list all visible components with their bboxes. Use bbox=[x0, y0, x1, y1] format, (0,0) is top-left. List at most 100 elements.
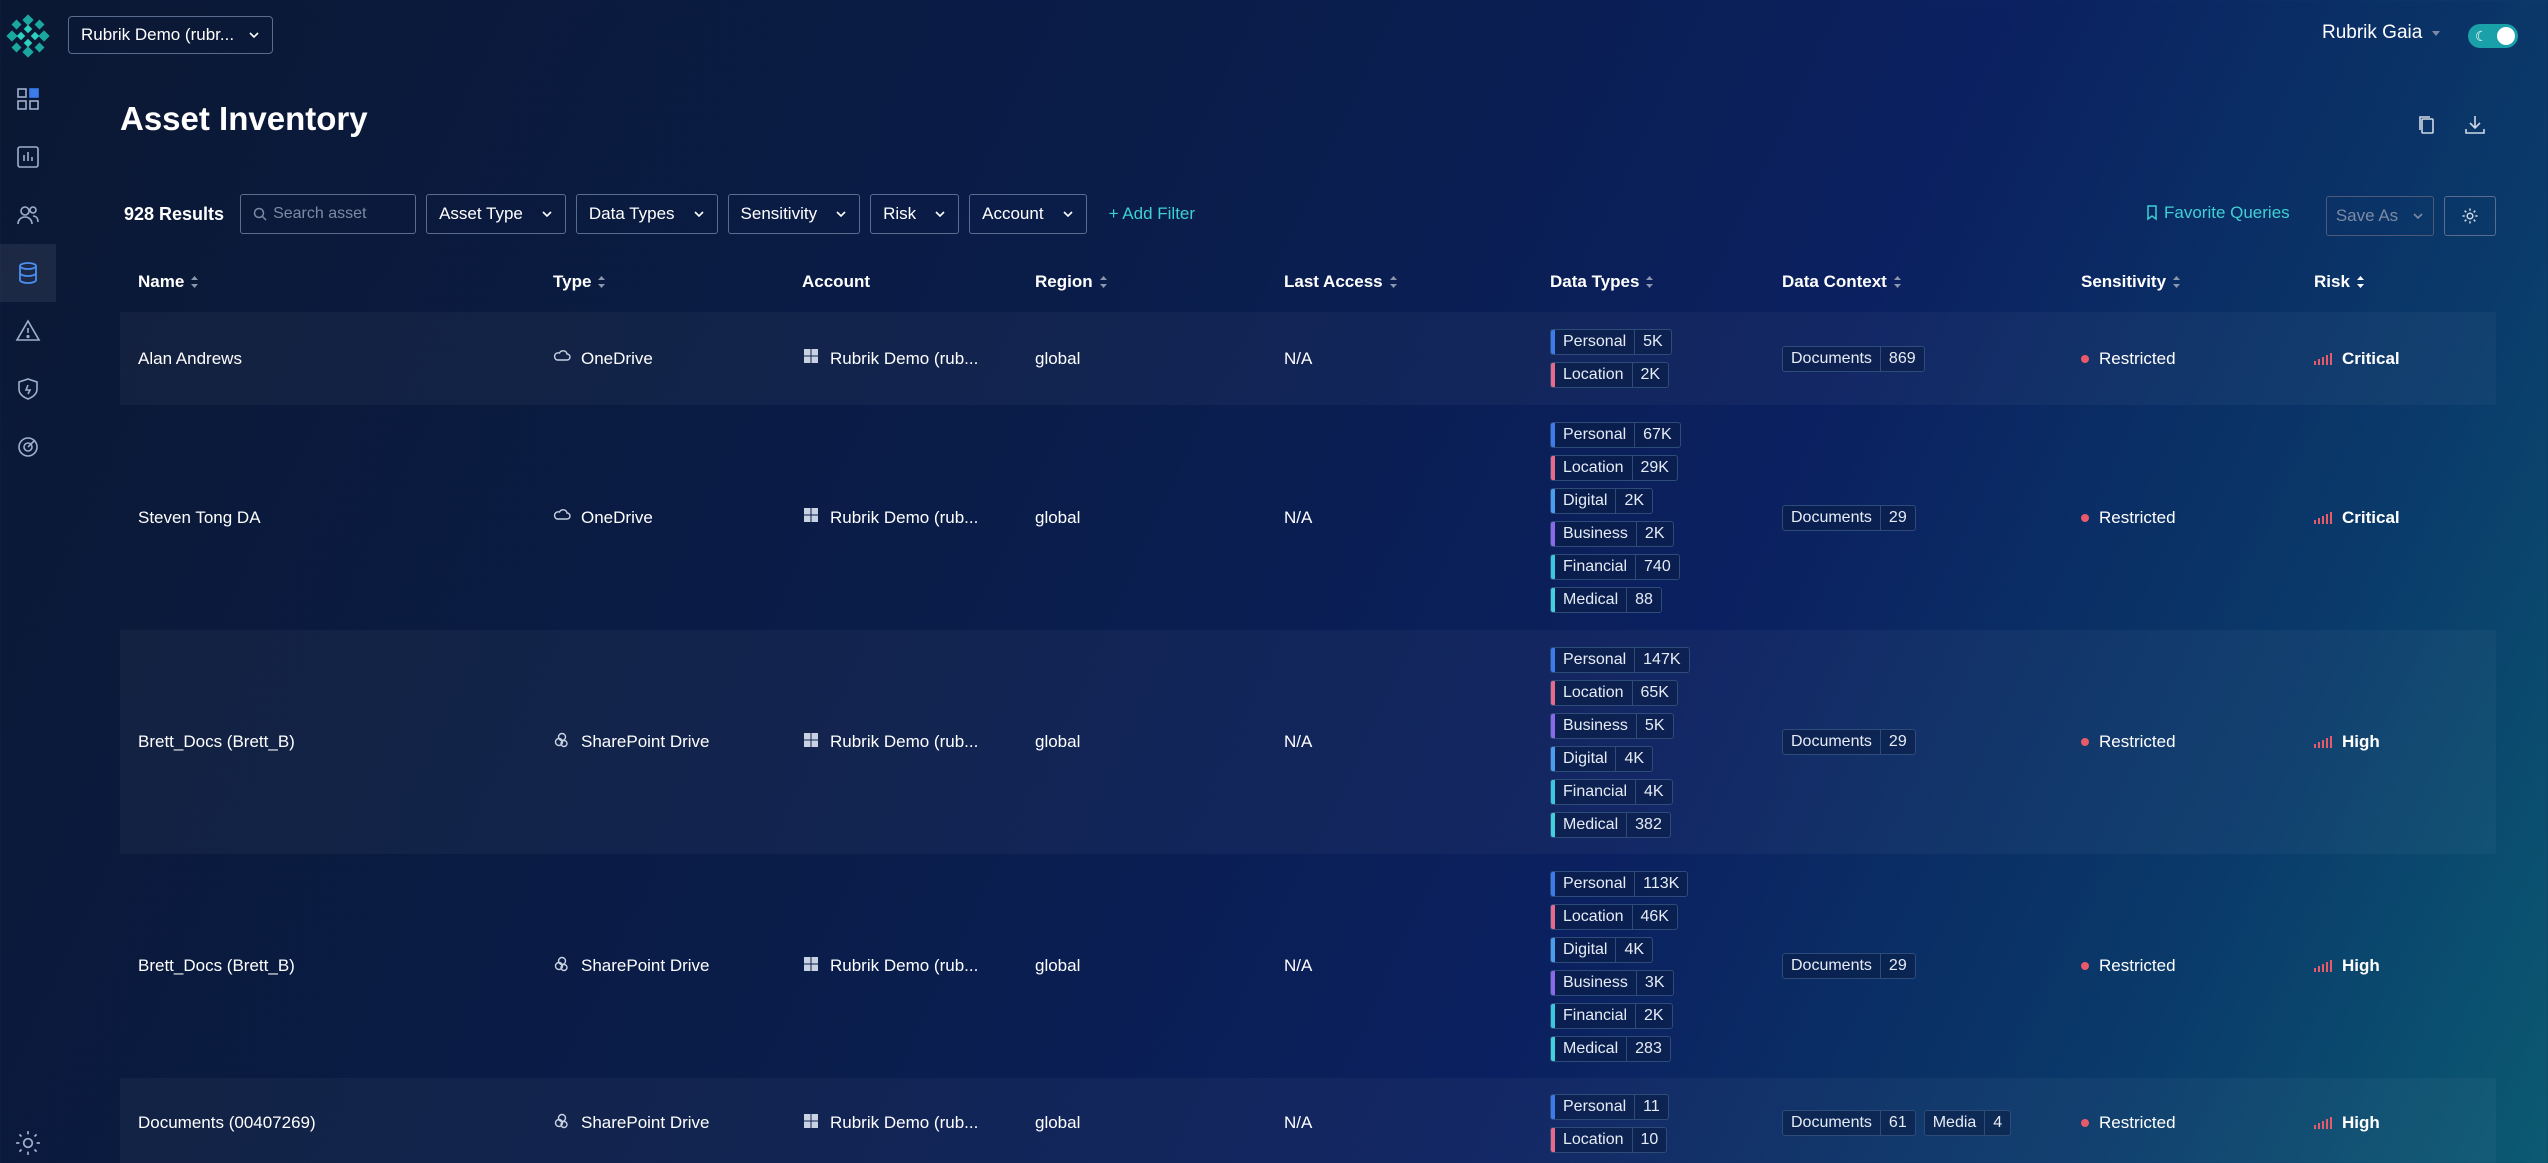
nav-assets[interactable] bbox=[0, 244, 56, 302]
column-header-name[interactable]: Name bbox=[138, 272, 199, 292]
data-type-tag[interactable]: Financial 4K bbox=[1550, 778, 1673, 805]
sort-icon bbox=[1646, 276, 1654, 288]
data-type-tag[interactable]: Personal 11 bbox=[1550, 1093, 1669, 1120]
asset-account-label: Rubrik Demo (rub... bbox=[830, 507, 979, 527]
asset-name[interactable]: Documents (00407269) bbox=[138, 1111, 316, 1135]
moon-icon: ☾ bbox=[2475, 28, 2488, 44]
asset-last-access: N/A bbox=[1284, 506, 1312, 530]
user-name: Rubrik Gaia bbox=[2322, 22, 2423, 43]
data-type-tag[interactable]: Medical 283 bbox=[1550, 1035, 1671, 1062]
data-type-tag[interactable]: Personal 147K bbox=[1550, 646, 1690, 673]
search-input[interactable] bbox=[273, 205, 414, 223]
sensitivity-label: Restricted bbox=[2099, 1113, 2176, 1132]
data-type-tag[interactable]: Digital 4K bbox=[1550, 936, 1654, 963]
column-header-label: Sensitivity bbox=[2081, 272, 2167, 291]
search-box[interactable] bbox=[240, 194, 417, 234]
data-types-list: Personal 113K Location 46K Digital 4K Business… bbox=[1550, 870, 1689, 1062]
data-type-count: 67K bbox=[1643, 426, 1672, 443]
caret-down-icon bbox=[2432, 31, 2441, 36]
data-context-tag[interactable]: Documents 869 bbox=[1782, 345, 1925, 372]
download-button[interactable] bbox=[2462, 112, 2488, 138]
asset-risk: Critical bbox=[2314, 506, 2400, 530]
asset-last-access-label: N/A bbox=[1284, 1113, 1313, 1132]
rubrik-logo-icon[interactable] bbox=[6, 14, 50, 58]
shield-icon bbox=[18, 378, 38, 400]
data-type-tag[interactable]: Medical 382 bbox=[1550, 811, 1671, 838]
asset-name[interactable]: Brett_Docs (Brett_B) bbox=[138, 954, 295, 978]
data-type-count: 46K bbox=[1640, 907, 1669, 925]
data-type-tag[interactable]: Location 65K bbox=[1550, 679, 1678, 706]
data-type-tag[interactable]: Personal 67K bbox=[1550, 422, 1681, 448]
filter-sensitivity[interactable]: Sensitivity bbox=[727, 194, 861, 234]
column-header-region[interactable]: Region bbox=[1035, 272, 1108, 292]
data-type-tag[interactable]: Business 3K bbox=[1550, 969, 1674, 996]
onedrive-icon bbox=[553, 506, 571, 529]
nav-policies[interactable] bbox=[0, 360, 56, 418]
column-header-data-types[interactable]: Data Types bbox=[1550, 272, 1654, 292]
chevron-down-icon bbox=[542, 211, 552, 218]
data-type-label: Personal bbox=[1555, 647, 1636, 672]
data-context-tag[interactable]: Documents 29 bbox=[1782, 504, 1916, 531]
chevron-down-icon bbox=[836, 211, 846, 218]
asset-name[interactable]: Alan Andrews bbox=[138, 347, 242, 371]
asset-type: OneDrive bbox=[553, 347, 653, 371]
add-filter-link[interactable]: + Add Filter bbox=[1109, 204, 1195, 224]
column-header-last-access[interactable]: Last Access bbox=[1284, 272, 1398, 292]
data-type-tag[interactable]: Location 2K bbox=[1550, 362, 1670, 388]
data-context-tag[interactable]: Documents 61 bbox=[1782, 1110, 1916, 1136]
filter-risk[interactable]: Risk bbox=[870, 194, 960, 234]
save-as-button[interactable]: Save As bbox=[2326, 196, 2434, 236]
asset-name[interactable]: Steven Tong DA bbox=[138, 506, 261, 530]
favorite-queries-link[interactable]: Favorite Queries bbox=[2146, 203, 2290, 223]
data-context-tag[interactable]: Documents 29 bbox=[1782, 953, 1916, 979]
nav-dashboard[interactable] bbox=[0, 70, 56, 128]
data-context-count: 29 bbox=[1888, 733, 1907, 750]
asset-name[interactable]: Brett_Docs (Brett_B) bbox=[138, 730, 295, 754]
column-header-sensitivity[interactable]: Sensitivity bbox=[2081, 272, 2181, 292]
data-type-tag[interactable]: Digital 2K bbox=[1550, 488, 1654, 514]
column-header-type[interactable]: Type bbox=[553, 272, 606, 292]
data-type-tag[interactable]: Location 10 bbox=[1550, 1126, 1668, 1153]
nav-discovery[interactable] bbox=[0, 418, 56, 476]
data-type-tag[interactable]: Personal 5K bbox=[1550, 329, 1672, 355]
data-type-tag[interactable]: Business 2K bbox=[1550, 521, 1674, 547]
nav-identities[interactable] bbox=[0, 186, 56, 244]
nav-reports[interactable] bbox=[0, 128, 56, 186]
data-type-tag[interactable]: Personal 113K bbox=[1550, 870, 1689, 897]
data-type-tag[interactable]: Business 5K bbox=[1550, 712, 1674, 739]
data-context-tag[interactable]: Documents 29 bbox=[1782, 729, 1916, 755]
dashboard-icon bbox=[17, 88, 39, 110]
filter-data-types[interactable]: Data Types bbox=[575, 194, 718, 234]
column-header-data-context[interactable]: Data Context bbox=[1782, 272, 1902, 292]
asset-region-label: global bbox=[1035, 348, 1081, 368]
chevron-down-icon bbox=[1063, 211, 1073, 218]
theme-toggle[interactable]: ☾ bbox=[2468, 24, 2518, 48]
risk-label: High bbox=[2342, 1113, 2380, 1132]
settings-gear-icon[interactable] bbox=[14, 1129, 42, 1157]
data-type-tag[interactable]: Financial 740 bbox=[1550, 554, 1680, 580]
sort-icon bbox=[1389, 276, 1397, 288]
data-context-label: Documents bbox=[1783, 346, 1881, 371]
column-header-risk[interactable]: Risk bbox=[2314, 272, 2365, 292]
data-context-count: 61 bbox=[1888, 1114, 1907, 1131]
data-type-tag[interactable]: Financial 2K bbox=[1550, 1002, 1673, 1029]
nav-alerts[interactable] bbox=[0, 302, 56, 360]
filter-asset-type[interactable]: Asset Type bbox=[426, 194, 566, 234]
data-type-label: Financial bbox=[1555, 555, 1637, 579]
column-settings-button[interactable] bbox=[2444, 196, 2496, 236]
user-menu[interactable]: Rubrik Gaia bbox=[2322, 22, 2442, 44]
windows-icon bbox=[802, 1112, 820, 1135]
data-type-label: Location bbox=[1555, 456, 1633, 480]
asset-account-label: Rubrik Demo (rub... bbox=[830, 956, 979, 975]
data-type-label: Digital bbox=[1555, 746, 1617, 771]
filter-account[interactable]: Account bbox=[969, 194, 1087, 234]
data-type-count: 3K bbox=[1644, 973, 1665, 991]
data-context-tag[interactable]: Media 4 bbox=[1923, 1110, 2012, 1136]
data-type-count: 4K bbox=[1624, 749, 1645, 767]
data-type-tag[interactable]: Location 46K bbox=[1550, 903, 1678, 930]
tenant-dropdown[interactable]: Rubrik Demo (rubr... bbox=[68, 16, 273, 54]
data-type-tag[interactable]: Digital 4K bbox=[1550, 745, 1654, 772]
data-type-tag[interactable]: Location 29K bbox=[1550, 455, 1678, 481]
data-type-tag[interactable]: Medical 88 bbox=[1550, 587, 1662, 613]
copy-button[interactable] bbox=[2414, 112, 2440, 138]
